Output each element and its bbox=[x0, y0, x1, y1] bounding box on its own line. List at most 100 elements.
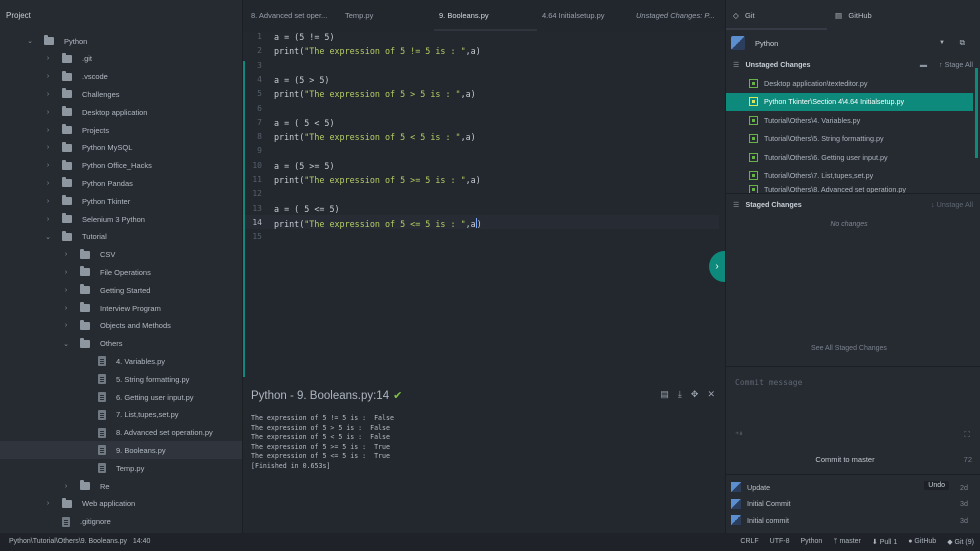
chevron-right-icon[interactable]: › bbox=[62, 269, 70, 276]
code-line[interactable]: print("The expression of 5 != 5 is : ",a… bbox=[274, 46, 481, 56]
download-icon[interactable]: ⤓ bbox=[678, 389, 682, 400]
tree-folder[interactable]: › Getting Started bbox=[0, 281, 242, 299]
recent-commit[interactable]: Initial Commit 3d bbox=[731, 496, 971, 512]
unstaged-file[interactable]: Tutorial\Others\5. String formatting.py bbox=[725, 130, 973, 148]
github-status-button[interactable]: ● GitHub bbox=[908, 538, 936, 546]
tree-folder[interactable]: › Python Pandas bbox=[0, 174, 242, 192]
tree-folder[interactable]: › Python MySQL bbox=[0, 139, 242, 157]
chevron-right-icon[interactable]: › bbox=[62, 287, 70, 294]
scrollbar[interactable] bbox=[975, 68, 978, 158]
chevron-down-icon[interactable]: ⌄ bbox=[44, 233, 52, 241]
recent-commit[interactable]: Initial commit 3d bbox=[731, 512, 971, 528]
chevron-right-icon[interactable]: › bbox=[44, 162, 52, 169]
tree-folder[interactable]: › .vscode bbox=[0, 68, 242, 86]
chevron-right-icon[interactable]: › bbox=[44, 109, 52, 116]
tab-initialsetup[interactable]: 4.64 Initialsetup.py bbox=[542, 11, 605, 20]
grammar[interactable]: Python bbox=[801, 538, 823, 546]
code-line[interactable]: a = (5 > 5) bbox=[274, 75, 329, 85]
chevron-right-icon[interactable]: › bbox=[62, 251, 70, 258]
code-line[interactable]: a = (5 >= 5) bbox=[274, 161, 335, 171]
code-line[interactable]: print("The expression of 5 < 5 is : ",a) bbox=[274, 132, 476, 142]
tree-folder[interactable]: › .git bbox=[0, 50, 242, 68]
tree-folder[interactable]: › Python Tkinter bbox=[0, 192, 242, 210]
tree-folder[interactable]: ⌄ Python bbox=[0, 32, 242, 50]
tab-unstaged-changes[interactable]: Unstaged Changes: P... bbox=[636, 11, 715, 20]
tree-file[interactable]: 7. List,tupes,set.py bbox=[0, 406, 242, 424]
expand-icon[interactable]: ⛶ bbox=[964, 430, 970, 440]
tree-file[interactable]: .gitignore bbox=[0, 513, 242, 531]
git-status-button[interactable]: ◆ Git (9) bbox=[947, 538, 974, 546]
new-window-icon[interactable]: ⧉ bbox=[960, 38, 965, 48]
code-line[interactable]: a = (5 != 5) bbox=[274, 32, 335, 42]
code-line[interactable]: a = ( 5 <= 5) bbox=[274, 204, 340, 214]
recent-commit[interactable]: Update Undo 2d bbox=[731, 479, 971, 495]
chevron-right-icon[interactable]: › bbox=[44, 91, 52, 98]
chevron-down-icon[interactable]: ⌄ bbox=[62, 340, 70, 348]
code-line[interactable]: print("The expression of 5 >= 5 is : ",a… bbox=[274, 175, 481, 185]
tab-temp[interactable]: Temp.py bbox=[345, 11, 373, 20]
repo-selector[interactable]: Python ▼ ⧉ bbox=[731, 35, 973, 51]
settings-icon[interactable]: ✥ bbox=[691, 389, 699, 400]
chevron-right-icon[interactable]: › bbox=[44, 180, 52, 187]
tab-booleans[interactable]: 9. Booleans.py bbox=[439, 11, 489, 20]
tree-file[interactable]: 4. Variables.py bbox=[0, 352, 242, 370]
code-editor[interactable]: 1a = (5 != 5) 2 print("The expression of 5… bbox=[242, 31, 725, 371]
close-icon[interactable]: ✕ bbox=[707, 389, 715, 400]
tree-file[interactable]: Temp.py bbox=[0, 459, 242, 477]
branch-selector[interactable]: ᛘ master bbox=[833, 538, 861, 546]
code-line[interactable]: print("The expression of 5 > 5 is : ",a) bbox=[274, 89, 476, 99]
tree-folder[interactable]: › Projects bbox=[0, 121, 242, 139]
pull-button[interactable]: ⬇ Pull 1 bbox=[872, 538, 897, 546]
chevron-right-icon[interactable]: › bbox=[44, 144, 52, 151]
tree-folder[interactable]: › Web application bbox=[0, 495, 242, 513]
tab-advanced-set[interactable]: 8. Advanced set oper... bbox=[251, 11, 327, 20]
chevron-right-icon[interactable]: › bbox=[62, 322, 70, 329]
tree-file[interactable]: 9. Booleans.py bbox=[0, 441, 242, 460]
unstaged-file[interactable]: Tutorial\Others\7. List,tupes,set.py bbox=[725, 167, 973, 185]
cursor-position[interactable]: 14:40 bbox=[133, 538, 151, 545]
line-ending[interactable]: CRLF bbox=[740, 538, 758, 546]
chevron-right-icon[interactable]: › bbox=[44, 127, 52, 134]
tree-folder[interactable]: › Selenium 3 Python bbox=[0, 210, 242, 228]
tree-file[interactable]: 5. String formatting.py bbox=[0, 370, 242, 388]
chevron-right-icon[interactable]: › bbox=[62, 305, 70, 312]
see-all-staged-link[interactable]: See All Staged Changes bbox=[725, 345, 973, 352]
tree-folder[interactable]: ⌄ Tutorial bbox=[0, 228, 242, 246]
code-line[interactable]: print("The expression of 5 <= 5 is : ",a… bbox=[274, 217, 482, 229]
chevron-right-icon[interactable]: › bbox=[44, 216, 52, 223]
unstaged-file[interactable]: Tutorial\Others\6. Getting user input.py bbox=[725, 148, 973, 166]
tab-github[interactable]: ▤ GitHub bbox=[835, 11, 872, 20]
unstaged-file[interactable]: Python Tkinter\Section 4\4.64 Initialset… bbox=[725, 92, 973, 111]
tree-file[interactable]: 8. Advanced set operation.py bbox=[0, 424, 242, 442]
chevron-down-icon[interactable]: ⌄ bbox=[26, 37, 34, 45]
commit-message-input[interactable]: Commit message bbox=[735, 378, 802, 387]
tree-file[interactable]: 6. Getting user input.py bbox=[0, 388, 242, 406]
copy-icon[interactable]: ▤ bbox=[660, 389, 669, 400]
tree-folder[interactable]: › Challenges bbox=[0, 85, 242, 103]
stage-all-button[interactable]: ▬ ↑ Stage All bbox=[920, 60, 973, 69]
unstage-all-button[interactable]: ↓ Unstage All bbox=[931, 200, 973, 209]
tree-folder[interactable]: › Python Office_Hacks bbox=[0, 157, 242, 175]
unstaged-file[interactable]: Desktop application\texteditor.py bbox=[725, 74, 973, 92]
chevron-right-icon[interactable]: › bbox=[44, 198, 52, 205]
tree-folder[interactable]: ⌄ Others bbox=[0, 335, 242, 353]
tree-folder[interactable]: › Desktop application bbox=[0, 103, 242, 121]
chevron-right-icon[interactable]: › bbox=[44, 55, 52, 62]
tree-folder[interactable]: › File Operations bbox=[0, 263, 242, 281]
unstaged-file[interactable]: Tutorial\Others\4. Variables.py bbox=[725, 111, 973, 129]
file-path[interactable]: Python\Tutorial\Others\9. Booleans.py bbox=[9, 538, 127, 545]
chevron-right-icon[interactable]: › bbox=[62, 483, 70, 490]
co-author-icon[interactable]: ⁺⁸ bbox=[735, 430, 743, 439]
tab-git[interactable]: ◇ Git bbox=[733, 11, 755, 20]
chevron-right-icon[interactable]: › bbox=[44, 73, 52, 80]
code-line[interactable]: a = ( 5 < 5) bbox=[274, 118, 335, 128]
tree-folder[interactable]: › Re bbox=[0, 477, 242, 495]
encoding[interactable]: UTF-8 bbox=[770, 538, 790, 546]
tree-folder[interactable]: › Objects and Methods bbox=[0, 317, 242, 335]
tree-folder[interactable]: › CSV bbox=[0, 246, 242, 264]
commit-button[interactable]: Commit to master bbox=[725, 455, 965, 464]
chevron-right-icon[interactable]: › bbox=[44, 500, 52, 507]
tree-folder[interactable]: › Interview Program bbox=[0, 299, 242, 317]
unstaged-file[interactable]: Tutorial\Others\8. Advanced set operatio… bbox=[725, 185, 973, 193]
undo-button[interactable]: Undo bbox=[924, 481, 949, 490]
